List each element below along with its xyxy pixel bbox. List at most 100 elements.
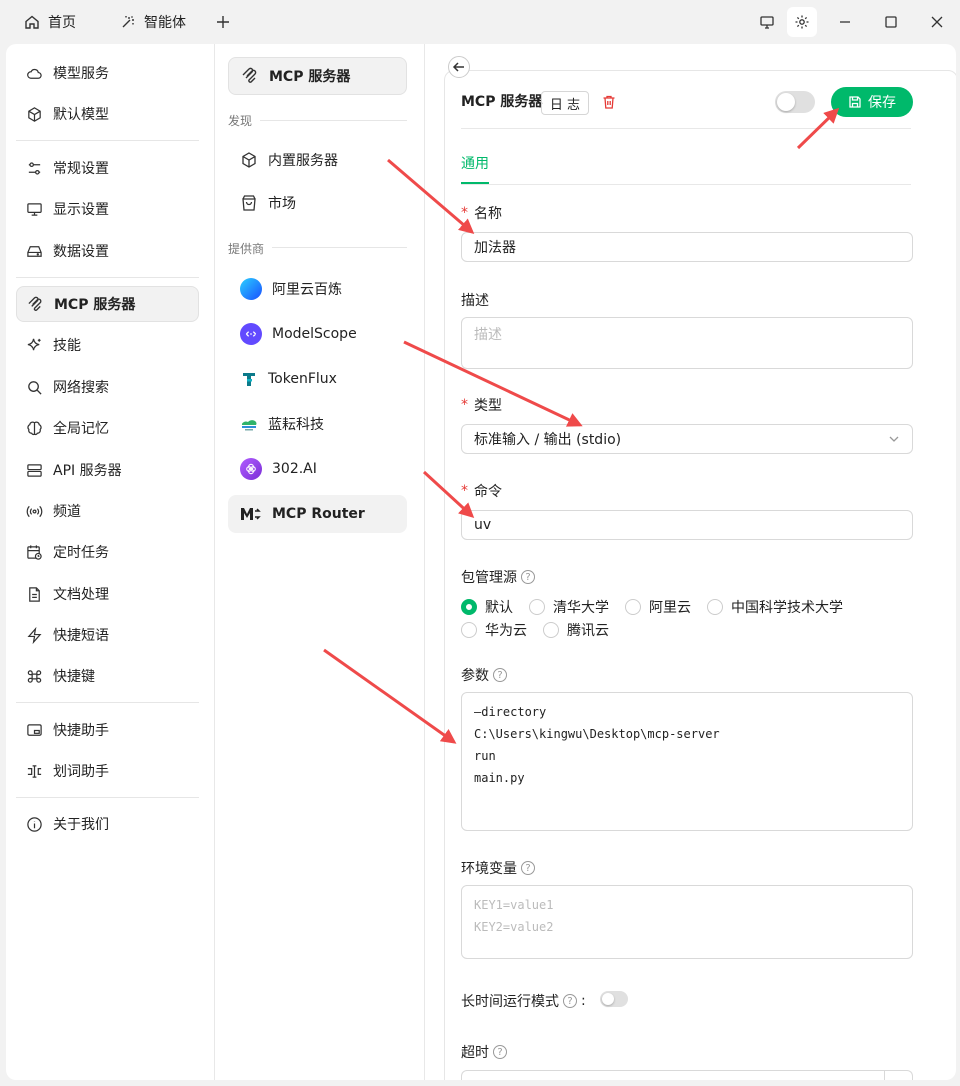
settings-button[interactable] xyxy=(787,7,817,37)
sidebar-item-data[interactable]: 数据设置 xyxy=(16,233,199,269)
sidebar-item-channels[interactable]: 频道 xyxy=(16,493,199,529)
sidebar-item-scheduled-tasks[interactable]: 定时任务 xyxy=(16,534,199,570)
command-label: * 命令 xyxy=(461,481,502,501)
cloud-icon xyxy=(27,68,42,79)
provider-item-lanyun[interactable]: 蓝耘科技 xyxy=(228,405,407,443)
sidebar-item-label: 定时任务 xyxy=(53,545,109,561)
provider-item-302ai[interactable]: 302.AI xyxy=(228,450,407,488)
sidebar-item-general[interactable]: 常规设置 xyxy=(16,150,199,186)
sidebar-item-default-model[interactable]: 默认模型 xyxy=(16,96,199,132)
info-icon xyxy=(27,816,42,832)
required-mark: * xyxy=(461,397,468,413)
close-button[interactable] xyxy=(922,7,952,37)
name-input[interactable]: 加法器 xyxy=(461,232,913,262)
sidebar-item-model-service[interactable]: 模型服务 xyxy=(16,55,199,91)
sidebar-item-selection-assistant[interactable]: 划词助手 xyxy=(16,753,199,789)
display-button[interactable] xyxy=(752,7,782,37)
env-textarea[interactable]: KEY1=value1 KEY2=value2 xyxy=(461,885,913,959)
mcp-server-detail: MCP 服务器 日 志 保存 通用 * 名称 加法器 描述 描述 * 类型 标准… xyxy=(426,44,956,1080)
long-running-label: 长时间运行模式 ? : xyxy=(461,991,586,1011)
sidebar-item-skills[interactable]: 技能 xyxy=(16,327,199,363)
monitor-settings-icon xyxy=(27,202,42,216)
sidebar-item-label: 模型服务 xyxy=(53,66,109,82)
sidebar-item-web-search[interactable]: 网络搜索 xyxy=(16,369,199,405)
help-icon[interactable]: ? xyxy=(563,994,577,1008)
help-icon[interactable]: ? xyxy=(521,570,535,584)
registry-option-aliyun[interactable]: 阿里云 xyxy=(625,597,691,617)
gear-icon xyxy=(795,15,809,29)
mcp-sidebar: MCP 服务器 发现 内置服务器 市场 提供商 阿里云百炼 ModelScope… xyxy=(216,44,425,1080)
help-icon[interactable]: ? xyxy=(521,861,535,875)
aliyun-bailian-logo-icon xyxy=(240,278,262,300)
sidebar-item-label: 默认模型 xyxy=(53,107,109,123)
sidebar-item-api-server[interactable]: API 服务器 xyxy=(16,452,199,488)
market-item[interactable]: 市场 xyxy=(228,184,407,222)
timeout-stepper[interactable] xyxy=(884,1071,912,1080)
required-mark: * xyxy=(461,483,468,499)
tokenflux-logo-icon xyxy=(243,373,255,386)
trash-icon[interactable] xyxy=(601,94,617,110)
env-placeholder-line: KEY1=value1 xyxy=(474,898,554,912)
maximize-button[interactable] xyxy=(876,7,906,37)
save-button[interactable]: 保存 xyxy=(831,87,913,117)
sidebar-item-display[interactable]: 显示设置 xyxy=(16,191,199,227)
app-window-icon xyxy=(27,723,42,736)
sidebar-item-label: 网络搜索 xyxy=(53,380,109,396)
description-input[interactable]: 描述 xyxy=(461,317,913,369)
builtin-servers-label: 内置服务器 xyxy=(268,153,338,169)
brain-icon xyxy=(27,421,42,435)
description-label: 描述 xyxy=(461,293,489,309)
type-label: * 类型 xyxy=(461,395,502,415)
logs-button[interactable]: 日 志 xyxy=(541,91,589,115)
minimize-button[interactable] xyxy=(830,7,860,37)
mcp-servers-header-label: MCP 服务器 xyxy=(269,69,351,85)
mcp-servers-header[interactable]: MCP 服务器 xyxy=(228,57,407,95)
sidebar-item-documents[interactable]: 文档处理 xyxy=(16,576,199,612)
back-button[interactable] xyxy=(448,56,470,78)
provider-item-tokenflux[interactable]: TokenFlux xyxy=(228,360,407,398)
provider-name: 302.AI xyxy=(272,461,317,477)
required-mark: * xyxy=(461,205,468,221)
sidebar-item-mcp[interactable]: MCP 服务器 xyxy=(16,286,199,322)
type-select[interactable]: 标准输入 / 输出 (stdio) xyxy=(461,424,913,454)
new-tab-button[interactable] xyxy=(208,7,238,37)
sidebar-item-label: 常规设置 xyxy=(53,161,109,177)
save-button-label: 保存 xyxy=(868,95,896,111)
provider-item-mcp-router[interactable]: MCP Router xyxy=(228,495,407,533)
long-running-toggle[interactable] xyxy=(600,991,628,1007)
help-icon[interactable]: ? xyxy=(493,1045,507,1059)
registry-option-default[interactable]: 默认 xyxy=(461,597,513,617)
args-line: main.py xyxy=(474,771,525,785)
sidebar-item-memory[interactable]: 全局记忆 xyxy=(16,410,199,446)
sidebar-item-about[interactable]: 关于我们 xyxy=(16,806,199,842)
registry-option-tsinghua[interactable]: 清华大学 xyxy=(529,597,609,617)
radio-label: 清华大学 xyxy=(553,600,609,616)
provider-name: 蓝耘科技 xyxy=(268,417,324,433)
builtin-servers-item[interactable]: 内置服务器 xyxy=(228,141,407,179)
calendar-clock-icon xyxy=(27,544,42,560)
tab-general[interactable]: 通用 xyxy=(461,153,489,173)
tab-home[interactable]: 首页 xyxy=(24,0,76,44)
registry-option-ustc[interactable]: 中国科学技术大学 xyxy=(707,597,843,617)
provider-item-modelscope[interactable]: ModelScope xyxy=(228,315,407,353)
302ai-logo-icon xyxy=(240,458,262,480)
home-icon xyxy=(25,15,39,29)
args-textarea[interactable]: —directory C:\Users\kingwu\Desktop\mcp-s… xyxy=(461,692,913,831)
help-icon[interactable]: ? xyxy=(493,668,507,682)
timeout-input[interactable] xyxy=(461,1070,913,1080)
registry-option-huawei[interactable]: 华为云 xyxy=(461,620,527,640)
command-input[interactable]: uv xyxy=(461,510,913,540)
tab-agents[interactable]: 智能体 xyxy=(120,0,186,44)
sidebar-item-label: 全局记忆 xyxy=(53,421,109,437)
server-icon xyxy=(27,463,42,477)
radio-indicator xyxy=(707,599,723,615)
sidebar-item-quick-assistant[interactable]: 快捷助手 xyxy=(16,712,199,748)
registry-option-tencent[interactable]: 腾讯云 xyxy=(543,620,609,640)
sidebar-item-shortcuts[interactable]: 快捷键 xyxy=(16,658,199,694)
sidebar-item-quick-phrases[interactable]: 快捷短语 xyxy=(16,617,199,653)
sidebar-item-label: 快捷键 xyxy=(53,669,95,685)
provider-item-aliyun[interactable]: 阿里云百炼 xyxy=(228,270,407,308)
registry-label: 包管理源 ? xyxy=(461,567,535,587)
server-enable-toggle[interactable] xyxy=(775,91,815,113)
sidebar-item-label: 数据设置 xyxy=(53,244,109,260)
